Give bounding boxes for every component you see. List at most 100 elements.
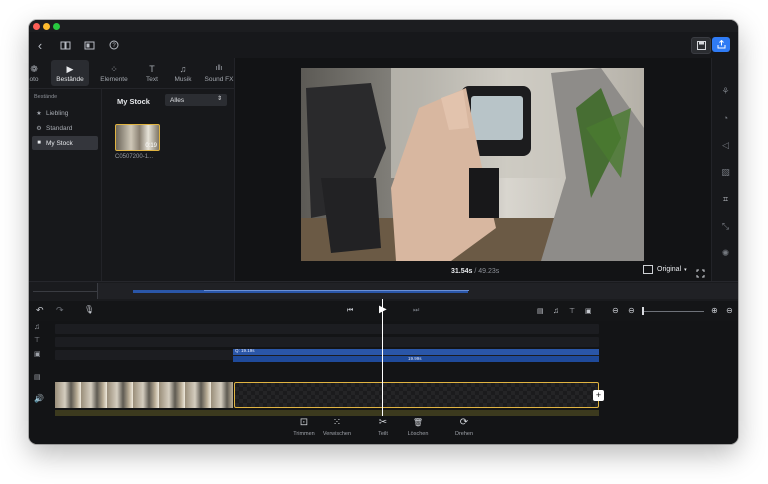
redo-icon[interactable]: ↷ bbox=[56, 305, 64, 316]
tab-elemente[interactable]: ⁘ Elemente bbox=[95, 60, 133, 86]
video-clip-selected[interactable] bbox=[234, 382, 599, 408]
title-bar bbox=[29, 20, 738, 32]
tab-label: Bestände bbox=[56, 75, 84, 83]
stock-content: My Stock Alles ⇕ 0:19 C0507200-1... bbox=[101, 88, 235, 281]
sidebar-item-my-stock[interactable]: ■ My Stock bbox=[32, 136, 98, 150]
edit-actions-bar: ⊡ Trimmen ⁙ Verwischen ✂ Teilt 🗑 Löschen… bbox=[29, 416, 738, 444]
tab-label: Text bbox=[146, 75, 158, 83]
close-window-button[interactable] bbox=[33, 23, 40, 30]
save-icon[interactable] bbox=[691, 37, 711, 54]
sidebar-item-label: Standard bbox=[46, 124, 73, 132]
sidebar-item-label: My Stock bbox=[46, 139, 73, 147]
fit-icon[interactable]: ⊖ bbox=[612, 306, 619, 315]
stock-title: My Stock bbox=[117, 97, 150, 106]
back-icon[interactable]: ‹ bbox=[32, 37, 48, 53]
delete-button[interactable]: 🗑 Löschen bbox=[402, 417, 434, 437]
music-lane[interactable] bbox=[55, 324, 599, 334]
video-track-icon: ▤ bbox=[34, 374, 41, 381]
color-icon[interactable]: ⚘ bbox=[720, 86, 731, 97]
media-icon: ▶ bbox=[66, 63, 74, 74]
tab-foto[interactable]: ❁ oto bbox=[29, 60, 43, 86]
elements-icon: ⁘ bbox=[110, 63, 118, 74]
current-time: 31.54s bbox=[451, 268, 473, 275]
trim-icon: ⊡ bbox=[299, 417, 309, 428]
audio-icon[interactable]: ◁ bbox=[720, 140, 731, 151]
video-clip-filmstrip[interactable] bbox=[55, 382, 233, 408]
top-toolbar: ‹ ? bbox=[29, 32, 738, 59]
editor-window: ‹ ? ❁ oto ▶ Bestände ⁘ Elemente T Text ♫… bbox=[29, 20, 738, 444]
more-icon[interactable]: ⊖ bbox=[726, 306, 733, 315]
tab-label: Elemente bbox=[100, 75, 128, 83]
tab-bestaende[interactable]: ▶ Bestände bbox=[51, 60, 89, 86]
playhead[interactable] bbox=[382, 299, 383, 416]
music-add-icon[interactable]: ♫ bbox=[553, 306, 559, 315]
filter-value: Alles bbox=[170, 96, 185, 104]
sidebar-item-standard[interactable]: ⚙ Standard bbox=[32, 121, 98, 135]
crop-icon[interactable]: ⌗ bbox=[720, 194, 731, 205]
music-track-icon: ♫ bbox=[34, 322, 40, 331]
speed-icon[interactable]: ◔ bbox=[720, 113, 731, 124]
resize-icon[interactable]: ⤡ bbox=[720, 221, 731, 232]
filter-dropdown[interactable]: Alles ⇕ bbox=[165, 94, 227, 106]
sidebar-heading: Bestände bbox=[34, 94, 58, 100]
timeline-overview[interactable] bbox=[29, 281, 738, 301]
skip-forward-icon[interactable]: ⏭ bbox=[413, 307, 419, 315]
video-frame bbox=[301, 68, 644, 261]
book-icon[interactable] bbox=[57, 37, 73, 53]
star-icon: ★ bbox=[36, 110, 42, 117]
microphone-icon[interactable]: 🎙 bbox=[84, 305, 94, 314]
stock-sidebar: Bestände ★ Liebling ⚙ Standard ■ My Stoc… bbox=[29, 88, 101, 281]
split-button[interactable]: ✂ Teilt bbox=[369, 417, 397, 437]
property-sidebar: ⚘ ◔ ◁ ▧ ⌗ ⤡ ✺ bbox=[711, 58, 738, 281]
zoom-slider[interactable] bbox=[642, 311, 704, 312]
export-icon[interactable] bbox=[712, 37, 730, 52]
caption-icon[interactable]: ▤ bbox=[537, 307, 544, 315]
video-preview[interactable] bbox=[301, 68, 644, 261]
minimize-window-button[interactable] bbox=[43, 23, 50, 30]
audio-clip[interactable]: 19.99s bbox=[233, 356, 599, 362]
tab-musik[interactable]: ♫ Musik bbox=[168, 60, 198, 86]
zoom-out-icon[interactable]: ⊖ bbox=[628, 306, 635, 315]
aspect-ratio-value: Original bbox=[657, 266, 682, 273]
zoom-window-button[interactable] bbox=[53, 23, 60, 30]
timeline-toolbar: ↶ ↷ 🎙 ⏮ ▶ ⏭ ▤ ♫ ⊤ ▣ ⊖ ⊖ ⊕ ⊖ bbox=[29, 301, 738, 321]
volume-icon[interactable]: 🔊 bbox=[34, 394, 44, 403]
undo-icon[interactable]: ↶ bbox=[36, 305, 44, 316]
zoom-in-icon[interactable]: ⊕ bbox=[711, 306, 718, 315]
aspect-ratio-dropdown[interactable]: Original ▾ bbox=[643, 265, 687, 274]
add-clip-button[interactable]: + bbox=[593, 390, 604, 401]
text-lane[interactable] bbox=[55, 337, 599, 347]
effects-icon[interactable]: ✺ bbox=[720, 248, 731, 259]
tab-label: Musik bbox=[174, 75, 192, 83]
audio-clip[interactable]: Q: 19.19s bbox=[233, 348, 599, 355]
action-label: Trimmen bbox=[293, 431, 315, 437]
trim-button[interactable]: ⊡ Trimmen bbox=[289, 417, 319, 437]
skip-back-icon[interactable]: ⏮ bbox=[347, 307, 353, 315]
sidebar-item-label: Liebling bbox=[46, 109, 69, 117]
rotate-button[interactable]: ⟳ Drehen bbox=[449, 417, 479, 437]
media-thumbnail[interactable]: 0:19 bbox=[115, 124, 160, 151]
image-add-icon[interactable]: ▣ bbox=[585, 307, 592, 315]
sidebar-item-liebling[interactable]: ★ Liebling bbox=[32, 106, 98, 120]
zoom-slider-thumb[interactable] bbox=[642, 307, 644, 315]
clip-label: Q: 19.19s bbox=[235, 348, 255, 353]
gear-icon: ⚙ bbox=[36, 125, 42, 132]
clip-label: 19.99s bbox=[408, 356, 422, 361]
timeline[interactable]: ♫ ⊤ ▣ ▤ 🔊 Q: 19.19s 19.99s + 8s 12s 16s … bbox=[29, 299, 738, 429]
blur-button[interactable]: ⁙ Verwischen bbox=[319, 417, 355, 437]
preview-panel: 31.54s / 49.23s Original ▾ bbox=[235, 58, 711, 281]
action-label: Teilt bbox=[378, 431, 388, 437]
action-label: Löschen bbox=[407, 431, 429, 437]
layout-icon[interactable] bbox=[81, 37, 97, 53]
overlay-track-icon: ▣ bbox=[34, 351, 41, 358]
filter-icon[interactable]: ▧ bbox=[720, 167, 731, 178]
action-label: Verwischen bbox=[322, 431, 352, 437]
tab-sound-fx[interactable]: ıllı Sound FX bbox=[202, 60, 236, 86]
tab-text[interactable]: T Text bbox=[138, 60, 166, 86]
chevron-down-icon: ▾ bbox=[684, 266, 687, 273]
help-icon[interactable]: ? bbox=[106, 37, 122, 53]
media-panel: ❁ oto ▶ Bestände ⁘ Elemente T Text ♫ Mus… bbox=[29, 58, 235, 281]
text-add-icon[interactable]: ⊤ bbox=[569, 307, 575, 315]
chevron-updown-icon: ⇕ bbox=[216, 96, 222, 102]
tab-label: Sound FX bbox=[204, 75, 234, 83]
